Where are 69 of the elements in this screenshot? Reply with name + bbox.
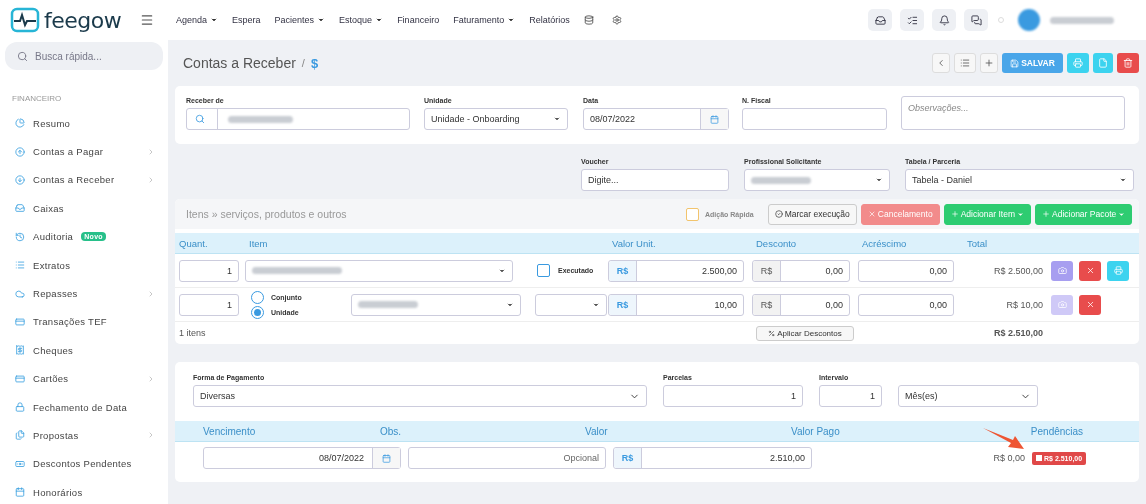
- sidebar-item[interactable]: Transações TEF: [5, 307, 163, 337]
- row-total: R$ 2.500,00: [993, 265, 1043, 276]
- section-heading: FINANCEIRO: [12, 94, 63, 103]
- column-header: Total: [966, 237, 989, 249]
- action-button[interactable]: Marcar execução: [767, 203, 857, 225]
- paid-amount: R$ 0,00: [993, 453, 1025, 463]
- date-field[interactable]: 08/07/2022: [583, 108, 729, 130]
- price-field[interactable]: R$ 10,00: [608, 293, 744, 316]
- sidebar-item[interactable]: Extratos: [5, 250, 163, 280]
- quantity-field[interactable]: 1: [179, 293, 239, 316]
- column-header: Valor Pago: [791, 425, 841, 437]
- sidebar-item[interactable]: Cheques: [5, 336, 163, 365]
- column-header: Valor: [585, 425, 609, 437]
- currency-label: R$: [609, 260, 637, 281]
- notes-field[interactable]: Opcional: [408, 447, 606, 469]
- nav-link[interactable]: Espera: [232, 15, 261, 25]
- discount-field[interactable]: R$ 0,00: [752, 293, 850, 316]
- section-title: Itens » serviços, produtos e outros: [186, 208, 348, 220]
- sidebar-item[interactable]: Honorários: [5, 478, 163, 504]
- discount-field[interactable]: R$ 0,00: [752, 259, 850, 282]
- nav-link[interactable]: Financeiro: [397, 15, 440, 25]
- brand-name: feegow: [44, 7, 122, 33]
- sidebar-item[interactable]: Descontos Pendentes: [5, 449, 163, 479]
- column-header: Vencimento: [202, 425, 257, 437]
- breadcrumb-separator: /: [301, 57, 305, 69]
- notes-field[interactable]: Observações...: [901, 96, 1125, 130]
- date-field[interactable]: 08/07/2022: [203, 447, 401, 469]
- input-field[interactable]: 1: [663, 385, 803, 407]
- column-header: Pendências: [1029, 425, 1085, 437]
- nav-link[interactable]: Faturamento: [453, 15, 516, 25]
- nav-link[interactable]: Relatórios: [529, 15, 570, 25]
- nav-link[interactable]: Estoque: [339, 15, 384, 25]
- price-field[interactable]: R$ 2.500,00: [608, 259, 744, 282]
- search-field[interactable]: Busca rápida...: [5, 42, 163, 70]
- nav-link[interactable]: Pacientes: [274, 15, 326, 25]
- grand-total: R$ 2.510,00: [993, 328, 1043, 338]
- sidebar-item[interactable]: Contas a Pagar: [5, 137, 163, 166]
- surcharge-field[interactable]: 0,00: [858, 293, 954, 316]
- sidebar-item[interactable]: Fechamento de Data: [5, 392, 163, 422]
- column-header: Obs.: [380, 425, 403, 437]
- surcharge-field[interactable]: 0,00: [858, 259, 954, 282]
- select-field[interactable]: Mês(es): [898, 385, 1038, 407]
- sidebar-item[interactable]: Contas a Receber: [5, 165, 163, 195]
- row-total: R$ 10,00: [1006, 299, 1043, 310]
- currency-label: R$: [614, 448, 642, 468]
- column-header: Desconto: [755, 237, 798, 249]
- currency-label: R$: [753, 294, 781, 315]
- select-field[interactable]: Unidade - Onboarding: [424, 108, 568, 130]
- currency-label: R$: [609, 294, 637, 315]
- sidebar-item[interactable]: Cartões: [5, 364, 163, 393]
- sidebar-item[interactable]: Repasses: [5, 279, 163, 308]
- column-header: Acréscimo: [861, 237, 908, 249]
- select-field[interactable]: Tabela - Daniel: [905, 169, 1134, 191]
- column-header: Valor Unit.: [611, 237, 657, 249]
- page-title: Contas a Receber: [183, 55, 296, 71]
- column-header: Quant.: [178, 237, 209, 249]
- sidebar-item[interactable]: Propostas: [5, 421, 163, 450]
- item-count: 1 itens: [179, 328, 206, 338]
- sidebar-item[interactable]: Resumo: [5, 109, 163, 138]
- amount-field[interactable]: R$ 2.510,00: [613, 447, 812, 469]
- select-field[interactable]: Diversas: [193, 385, 647, 407]
- input-field[interactable]: 1: [819, 385, 882, 407]
- column-header: Item: [248, 237, 269, 249]
- input-field[interactable]: Digite...: [581, 169, 729, 191]
- quantity-field[interactable]: 1: [179, 259, 239, 282]
- apply-discounts-button[interactable]: Aplicar Descontos: [756, 325, 854, 341]
- nav-link[interactable]: Agenda: [176, 15, 219, 25]
- currency-label: R$: [753, 260, 781, 281]
- sidebar-item[interactable]: Caixas: [5, 194, 163, 223]
